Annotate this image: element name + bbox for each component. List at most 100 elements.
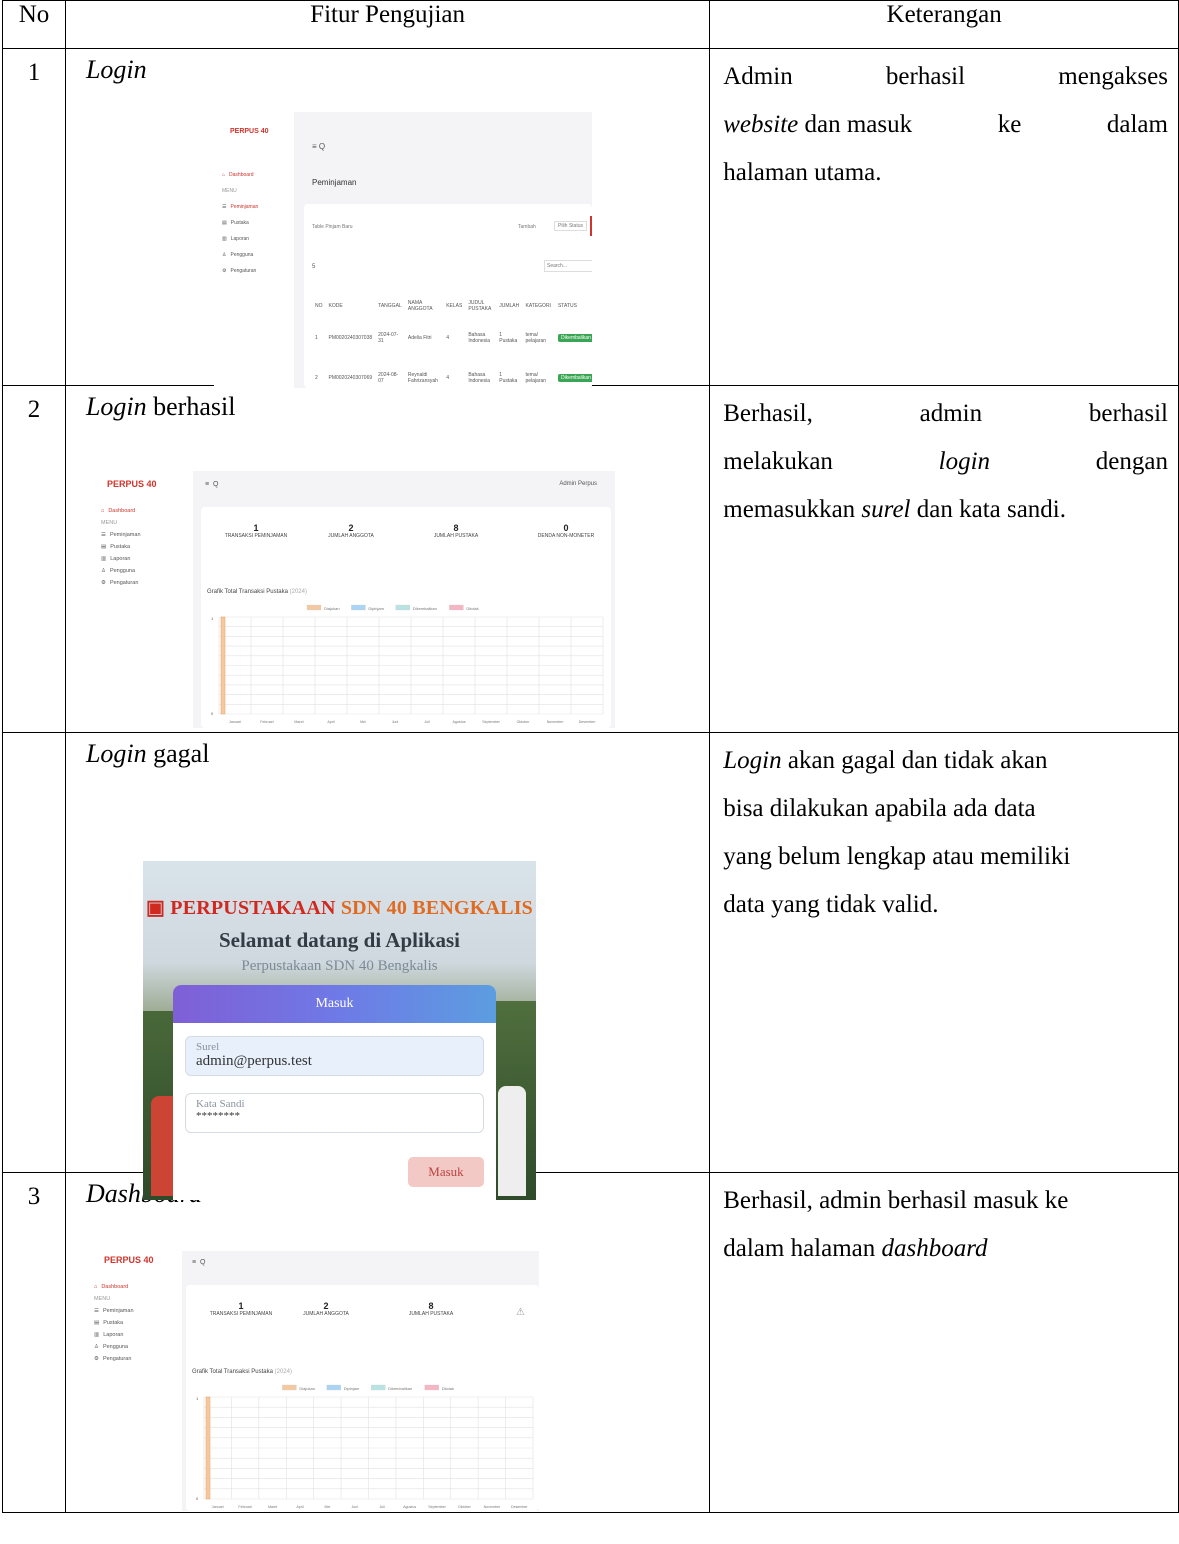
transaction-chart: Diajukan Dipinjam Dikembalikan Ditolak 1 0 Jan… xyxy=(211,604,604,724)
legend-label: Ditolak xyxy=(466,606,478,611)
login-screenshot: ▣ PERPUSTAKAAN SDN 40 BENGKALIS Selamat … xyxy=(143,861,536,1200)
login-button[interactable]: Masuk xyxy=(408,1157,484,1187)
x-tick-label: Februari xyxy=(238,1505,252,1509)
sidebar-item-laporan[interactable]: ▥ Laporan xyxy=(101,553,141,565)
legend-swatch xyxy=(351,604,366,611)
sidebar-item-pengguna[interactable]: ♙ Pengguna xyxy=(101,565,141,577)
legend-label: Dipinjam xyxy=(368,606,384,611)
note-cell: Berhasil, admin berhasil masuk ke dalam … xyxy=(709,1172,1179,1513)
gear-icon: ⚙ xyxy=(94,1356,99,1362)
table-row: 2 PM0020240307069 2024-08-07 Reynaldi Fahri… xyxy=(312,358,592,388)
sidebar-item-pengaturan[interactable]: ⚙ Pengaturan xyxy=(101,577,141,589)
sidebar-item-dashboard[interactable]: ⌂ Dashboard xyxy=(222,167,258,183)
sidebar-item-pengguna[interactable]: ♙ Pengguna xyxy=(94,1341,134,1353)
x-tick-label: Agustus xyxy=(403,1505,416,1509)
list-icon: ☰ xyxy=(94,1308,99,1314)
dashboard-screenshot: PERPUS 40 ⌂ Dashboard MENU ☰ Peminjaman ▤ P… xyxy=(90,1251,539,1511)
status-select[interactable]: Pilih Status xyxy=(554,221,588,231)
home-icon: ⌂ xyxy=(101,508,105,514)
legend-swatch xyxy=(371,1384,386,1391)
sidebar-item-laporan[interactable]: ▥ Laporan xyxy=(94,1329,134,1341)
report-icon: ▥ xyxy=(222,236,227,242)
legend-swatch xyxy=(449,604,464,611)
home-icon: ⌂ xyxy=(94,1284,98,1290)
x-tick-label: Agustus xyxy=(453,720,466,724)
header-feature: Fitur Pengujian xyxy=(64,0,711,49)
feature-title: Login xyxy=(85,55,147,84)
sidebar-item-peminjaman[interactable]: ☰ Peminjaman xyxy=(94,1305,134,1317)
sidebar-item-dashboard[interactable]: ⌂ Dashboard xyxy=(94,1281,134,1293)
y-tick-label: 1 xyxy=(196,1396,199,1401)
sidebar-item-laporan[interactable]: ▥ Laporan xyxy=(222,231,258,247)
note-text: Login akan gagal dan tidak akan bisa dil… xyxy=(723,747,1071,918)
x-tick-label: Juli xyxy=(424,720,430,724)
legend-label: Dikembalikan xyxy=(388,1386,412,1391)
x-tick-label: Juni xyxy=(351,1505,358,1509)
per-page-select[interactable]: 5 xyxy=(312,264,315,270)
loan-header-row: NO KODE TANGGAL NAMA ANGGOTA KELAS JUDUL PUST… xyxy=(315,300,577,312)
sidebar-item-pustaka[interactable]: ▤ Pustaka xyxy=(101,541,141,553)
stat-card: 1 TRANSAKSI PEMINJAMAN xyxy=(209,1301,273,1317)
user-menu[interactable]: Admin Perpus xyxy=(559,481,597,487)
search-input[interactable]: Search... xyxy=(544,260,592,272)
legend-swatch xyxy=(326,1384,341,1391)
sidebar-item-peminjaman[interactable]: ☰ Peminjaman xyxy=(101,529,141,541)
x-tick-label: Oktober xyxy=(458,1505,472,1509)
top-icons[interactable]: ≡ Q xyxy=(192,1259,205,1266)
row-number: 2 xyxy=(2,385,66,733)
x-tick-label: November xyxy=(547,720,564,724)
menu-label: MENU xyxy=(222,188,237,194)
password-value: ******** xyxy=(196,1110,240,1122)
chart-bar xyxy=(205,1396,211,1500)
home-icon: ⌂ xyxy=(222,172,226,178)
gear-icon: ⚙ xyxy=(222,268,227,274)
list-icon: ☰ xyxy=(222,204,227,210)
email-value: admin@perpus.test xyxy=(196,1053,312,1069)
sidebar-item-pustaka[interactable]: ▤ Pustaka xyxy=(94,1317,134,1329)
email-field[interactable]: Surel admin@perpus.test xyxy=(185,1036,484,1076)
legend-label: Diajukan xyxy=(299,1386,315,1391)
header-no: No xyxy=(2,0,66,49)
top-icons[interactable]: ≡ Q xyxy=(312,142,325,151)
note-text: Admin berhasil mengakses website dan masuk… xyxy=(723,63,1168,186)
menu-label: MENU xyxy=(101,520,118,526)
x-tick-label: November xyxy=(484,1505,501,1509)
sidebar-item-pustaka[interactable]: ▤ Pustaka xyxy=(222,215,258,231)
filter-button[interactable] xyxy=(590,216,592,236)
legend-label: Ditolak xyxy=(442,1386,454,1391)
page-title: Peminjaman xyxy=(312,178,357,187)
login-panel: Masuk Surel admin@perpus.test Kata Sandi… xyxy=(173,985,496,1200)
sidebar-item-pengguna[interactable]: ♙ Pengguna xyxy=(222,247,258,263)
top-icons[interactable]: ≡ Q xyxy=(205,481,218,488)
note-text: Berhasil, admin berhasil melakukan login den… xyxy=(723,400,1168,523)
password-label: Kata Sandi xyxy=(196,1098,245,1110)
y-tick-label: 1 xyxy=(211,616,214,621)
x-tick-label: Mei xyxy=(324,1505,330,1509)
x-tick-label: Maret xyxy=(268,1505,277,1509)
welcome-subtitle: Perpustakaan SDN 40 Bengkalis xyxy=(241,958,438,974)
book-icon: ▤ xyxy=(94,1320,100,1326)
sidebar-item-pengaturan[interactable]: ⚙ Pengaturan xyxy=(94,1353,134,1365)
password-field[interactable]: Kata Sandi ******** xyxy=(185,1093,484,1133)
feature-title: Login gagal xyxy=(85,739,210,768)
row-number xyxy=(2,732,66,1173)
x-tick-label: Desember xyxy=(511,1505,528,1509)
x-tick-label: Juli xyxy=(380,1505,386,1509)
login-panel-title: Masuk xyxy=(173,985,496,1023)
add-button[interactable]: Tambah xyxy=(518,224,536,230)
x-tick-label: April xyxy=(327,720,334,724)
x-tick-label: Juni xyxy=(392,720,399,724)
legend-label: Dikembalikan xyxy=(413,606,437,611)
x-tick-label: Oktober xyxy=(517,720,531,724)
sidebar-item-peminjaman[interactable]: ☰ Peminjaman xyxy=(222,199,258,215)
chart-title: Grafik Total Transaksi Pustaka (2024) xyxy=(207,589,307,595)
sidebar-item-pengaturan[interactable]: ⚙ Pengaturan xyxy=(222,263,258,279)
sidebar-item-dashboard[interactable]: ⌂ Dashboard xyxy=(101,505,141,517)
status-badge: Dikembalikan xyxy=(557,374,592,382)
table-row: 1 PM0020240307038 2024-07-31 Adelia Fitri 4 B… xyxy=(312,318,592,358)
x-tick-label: Maret xyxy=(294,720,303,724)
loan-table: NO KODE TANGGAL NAMA ANGGOTA KELAS JUDUL PUST… xyxy=(312,294,592,388)
stat-card: 8 JUMLAH PUSTAKA xyxy=(408,1301,454,1317)
transaction-chart: Diajukan Dipinjam Dikembalikan Ditolak 1 0 Jan… xyxy=(196,1384,534,1509)
legend-swatch xyxy=(395,604,410,611)
